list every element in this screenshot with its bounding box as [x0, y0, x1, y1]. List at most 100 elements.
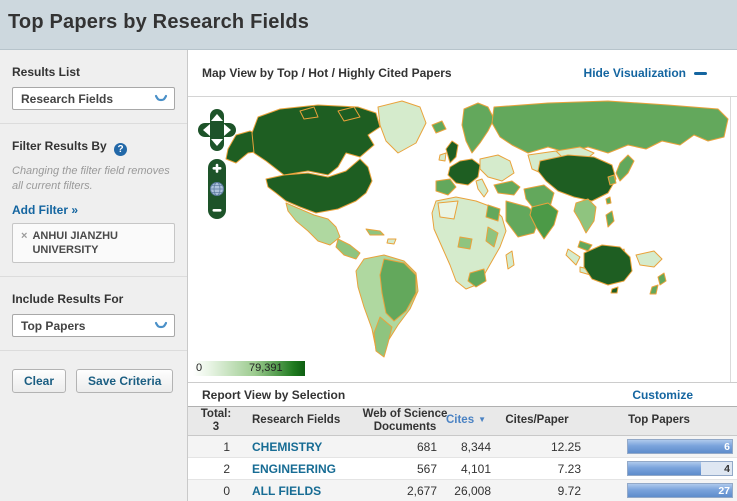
minus-icon — [694, 71, 707, 75]
filter-note: Changing the filter field removes all cu… — [12, 165, 170, 192]
globe-icon — [210, 182, 224, 196]
world-map[interactable] — [188, 97, 730, 378]
report-view-header: Report View by Selection Customize — [188, 382, 737, 406]
table-header-row: Total: 3 Research Fields Web of Science … — [188, 406, 737, 436]
results-table: Total: 3 Research Fields Web of Science … — [188, 406, 737, 501]
results-list-selected-value: Research Fields — [21, 91, 114, 106]
country-eastern-europe[interactable] — [479, 154, 515, 182]
include-results-selected-value: Top Papers — [21, 318, 86, 333]
top-papers-value: 27 — [718, 485, 730, 497]
country-cuba[interactable] — [365, 228, 385, 236]
world-map-panel: 0 79,391 — [188, 96, 737, 382]
table-row: 0 ALL FIELDS 2,677 26,008 9.72 27 — [188, 480, 737, 501]
filters-sidebar: Results List Research Fields Filter Resu… — [0, 50, 187, 501]
legend-min-value: 0 — [196, 362, 203, 374]
country-indochina[interactable] — [573, 198, 597, 234]
country-north-africa[interactable] — [437, 200, 459, 220]
clear-button[interactable]: Clear — [12, 369, 67, 394]
table-row: 2 ENGINEERING 567 4,101 7.23 4 — [188, 458, 737, 480]
include-results-dropdown[interactable]: Top Papers — [12, 314, 175, 338]
field-link-chemistry[interactable]: CHEMISTRY — [252, 440, 322, 454]
chevron-down-icon — [154, 321, 168, 331]
country-russia[interactable] — [491, 100, 729, 154]
top-papers-bar: 6 — [627, 439, 733, 454]
legend-max-value: 79,391 — [249, 362, 283, 374]
column-header-documents[interactable]: Web of Science Documents — [363, 408, 448, 434]
cites-cell: 8,344 — [460, 439, 491, 454]
cites-cell: 26,008 — [454, 483, 491, 498]
country-turkey[interactable] — [493, 180, 521, 196]
field-link-engineering[interactable]: ENGINEERING — [252, 462, 336, 476]
total-count: 3 — [212, 421, 220, 433]
documents-cell: 681 — [416, 439, 437, 454]
country-scandinavia[interactable] — [461, 102, 495, 154]
country-madagascar[interactable] — [505, 250, 515, 270]
country-nigeria[interactable] — [457, 236, 473, 250]
country-uk[interactable] — [445, 140, 459, 164]
cites-cell: 4,101 — [460, 461, 491, 476]
column-header-research-fields[interactable]: Research Fields — [244, 414, 369, 427]
country-ireland[interactable] — [438, 152, 447, 162]
include-results-label: Include Results For — [12, 292, 124, 307]
map-view-title: Map View by Top / Hot / Highly Cited Pap… — [202, 66, 452, 80]
country-new-guinea[interactable] — [635, 250, 663, 268]
country-spain[interactable] — [435, 178, 457, 196]
results-list-section: Results List Research Fields — [0, 50, 187, 124]
page-header: Top Papers by Research Fields — [0, 0, 737, 50]
country-taiwan[interactable] — [605, 196, 612, 205]
main-content: Map View by Top / Hot / Highly Cited Pap… — [187, 50, 737, 501]
country-japan[interactable] — [615, 154, 635, 182]
results-list-dropdown[interactable]: Research Fields — [12, 87, 175, 110]
documents-cell: 2,677 — [406, 483, 437, 498]
country-greenland[interactable] — [377, 100, 427, 154]
page-title: Top Papers by Research Fields — [8, 11, 310, 33]
add-filter-link[interactable]: Add Filter » — [12, 203, 78, 217]
help-question-icon[interactable]: ? — [114, 143, 128, 156]
top-papers-bar: 27 — [627, 483, 733, 498]
column-header-cites-per-paper[interactable]: Cites/Paper — [491, 414, 583, 427]
remove-filter-icon[interactable]: × — [21, 229, 27, 243]
rank-cell: 1 — [223, 439, 230, 454]
field-link-all-fields[interactable]: ALL FIELDS — [252, 484, 321, 498]
top-papers-bar: 4 — [627, 461, 733, 476]
country-malaysia[interactable] — [577, 240, 593, 252]
country-india[interactable] — [529, 202, 559, 240]
filter-results-section: Filter Results By ? Changing the filter … — [0, 124, 187, 278]
country-tasmania[interactable] — [610, 286, 619, 294]
results-list-label: Results List — [12, 65, 81, 79]
documents-cell: 567 — [416, 461, 437, 476]
country[interactable] — [335, 238, 361, 260]
rank-cell: 2 — [223, 461, 230, 476]
top-papers-value: 4 — [724, 463, 730, 475]
table-row: 1 CHEMISTRY 681 8,344 12.25 6 — [188, 436, 737, 458]
include-results-section: Include Results For Top Papers — [0, 277, 187, 352]
cites-per-paper-cell: 9.72 — [557, 483, 581, 498]
country-new-zealand-north[interactable] — [657, 272, 667, 286]
column-header-cites[interactable]: Cites ▼ — [441, 414, 491, 427]
zoom-out-icon — [212, 209, 222, 212]
report-view-title: Report View by Selection — [202, 387, 346, 402]
country-new-zealand-south[interactable] — [649, 284, 659, 295]
country-italy[interactable] — [475, 178, 489, 198]
cites-per-paper-cell: 12.25 — [550, 439, 581, 454]
hide-visualization-link[interactable]: Hide Visualization — [584, 66, 707, 80]
save-criteria-button[interactable]: Save Criteria — [76, 369, 174, 394]
map-navigation-controls[interactable] — [198, 109, 236, 221]
country-france-germany[interactable] — [447, 158, 481, 186]
customize-link[interactable]: Customize — [632, 388, 693, 402]
rank-cell: 0 — [223, 483, 230, 498]
country-iceland[interactable] — [431, 120, 447, 134]
country-korea[interactable] — [607, 174, 617, 186]
chevron-down-icon — [154, 94, 168, 104]
sort-descending-icon: ▼ — [478, 415, 487, 425]
country-sumatra[interactable] — [565, 248, 581, 266]
country-philippines[interactable] — [605, 210, 615, 228]
active-filter-label: ANHUI JIANZHU UNIVERSITY — [32, 229, 118, 256]
column-header-top-papers[interactable]: Top Papers — [583, 414, 735, 427]
filter-results-label: Filter Results By — [12, 139, 107, 153]
country[interactable] — [386, 238, 397, 245]
map-color-legend: 0 79,391 — [193, 361, 305, 376]
column-header-total: Total: 3 — [200, 407, 232, 433]
cites-per-paper-cell: 7.23 — [557, 461, 581, 476]
active-filter-tag[interactable]: × ANHUI JIANZHU UNIVERSITY — [12, 222, 175, 264]
